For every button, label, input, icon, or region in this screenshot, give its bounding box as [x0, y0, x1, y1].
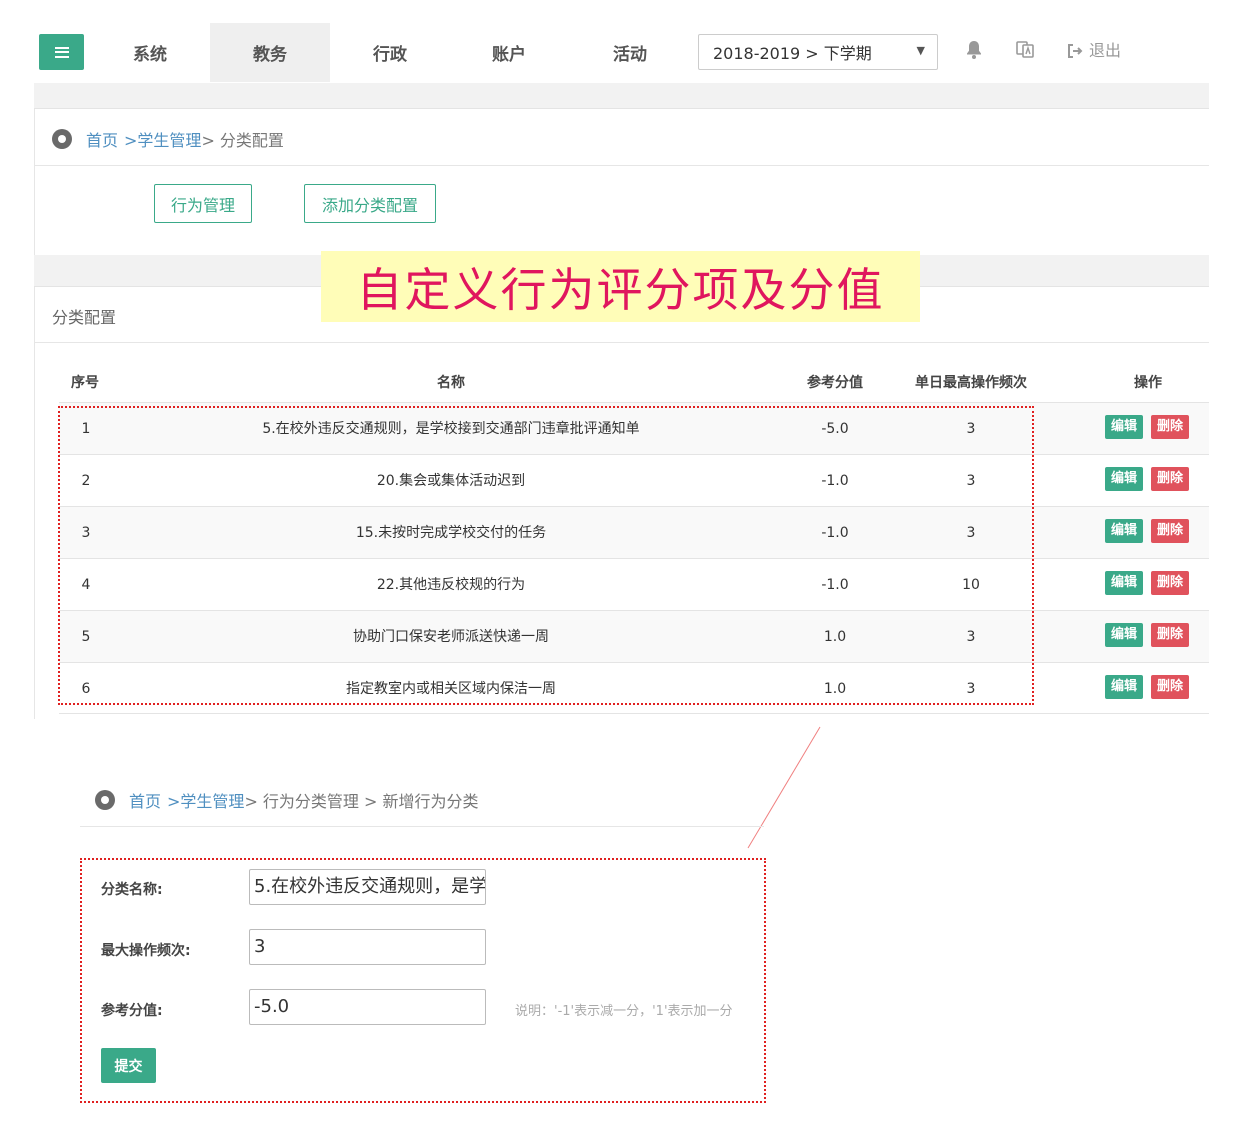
reference-score-input[interactable]: -5.0	[249, 989, 486, 1025]
location-pin-icon	[95, 790, 115, 810]
submit-button[interactable]: 提交	[101, 1048, 156, 1083]
category-name-input[interactable]: 5.在校外违反交通规则，是学校接到交通部门违章批评通知单	[249, 869, 486, 905]
divider	[80, 826, 764, 827]
max-frequency-label: 最大操作频次:	[101, 943, 191, 959]
max-frequency-input[interactable]: 3	[249, 929, 486, 965]
breadcrumb-form: 首页 >学生管理 > 行为分类管理 > 新增行为分类	[95, 788, 479, 812]
breadcrumb-home[interactable]: 首页	[129, 788, 161, 812]
reference-score-label: 参考分值:	[101, 1003, 163, 1019]
connector-line	[747, 726, 821, 849]
breadcrumb-student-mgmt[interactable]: >学生管理	[167, 788, 244, 812]
score-hint: 说明：'-1'表示减一分，'1'表示加一分	[515, 1004, 733, 1019]
breadcrumb-rest: > 行为分类管理 > 新增行为分类	[244, 792, 479, 811]
category-name-label: 分类名称:	[101, 882, 163, 898]
